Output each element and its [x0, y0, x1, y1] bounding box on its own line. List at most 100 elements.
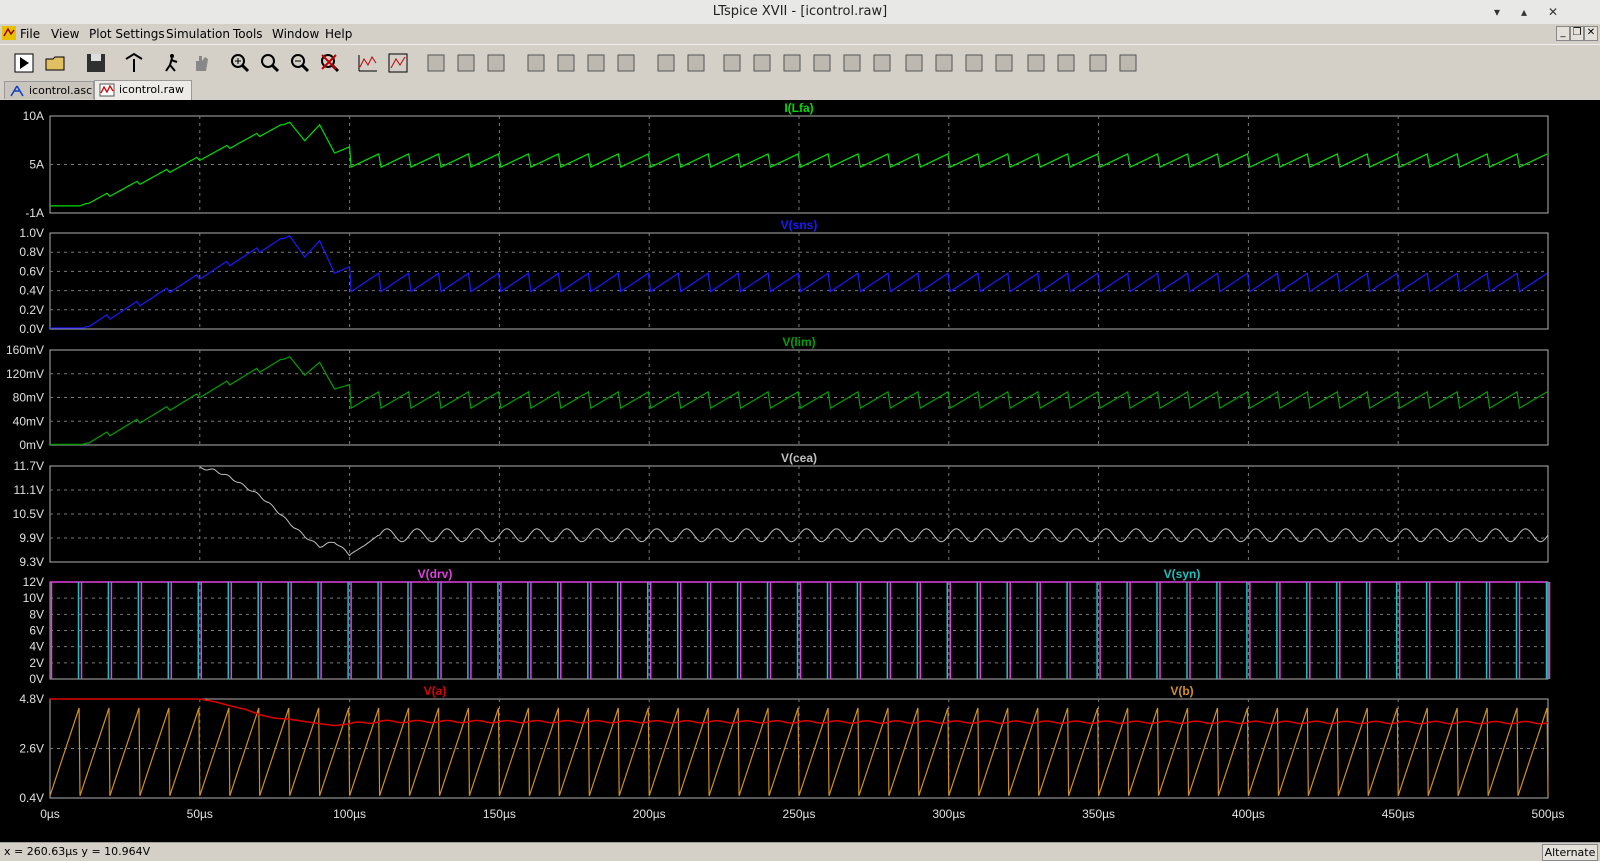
tab-waveform[interactable]: icontrol.raw	[94, 80, 192, 100]
text-button[interactable]	[1086, 51, 1110, 75]
mdi-minimize-button[interactable]: _	[1556, 26, 1570, 41]
y-tick-label: 5A	[29, 158, 44, 172]
capacitor-button[interactable]	[840, 51, 864, 75]
menu-help[interactable]: Help	[325, 27, 352, 41]
tile-horizontal-button[interactable]	[424, 51, 448, 75]
cut-icon	[527, 54, 545, 72]
zoom-in-icon	[231, 54, 250, 73]
resistor-icon	[813, 54, 831, 72]
y-tick-label: 0.2V	[19, 303, 44, 317]
halt-button[interactable]	[160, 51, 184, 75]
trace-label: V(drv)	[418, 567, 453, 581]
wire-button[interactable]	[720, 51, 744, 75]
y-tick-label: 8V	[29, 607, 44, 621]
diode-button[interactable]	[902, 51, 926, 75]
halt-icon	[165, 54, 178, 72]
y-tick-label: 9.3V	[19, 555, 44, 569]
inductor-button[interactable]	[870, 51, 894, 75]
undo-button[interactable]	[1024, 51, 1048, 75]
save-button[interactable]	[84, 51, 108, 75]
cascade-icon	[457, 54, 475, 72]
spice-directive-button[interactable]	[1116, 51, 1140, 75]
tile-horizontal-icon	[427, 54, 445, 72]
zoom-area-button[interactable]	[258, 51, 282, 75]
restore-button[interactable]: ▴	[1515, 3, 1533, 21]
paste-button[interactable]	[584, 51, 608, 75]
document-tabs: icontrol.asc icontrol.raw	[0, 80, 1600, 100]
y-tick-label: 11.1V	[14, 483, 44, 497]
control-panel-button[interactable]	[122, 51, 146, 75]
mirror-button[interactable]	[992, 51, 1016, 75]
rotate-button[interactable]	[962, 51, 986, 75]
print-preview-button[interactable]	[684, 51, 708, 75]
zoom-in-button[interactable]	[228, 51, 252, 75]
waveform-viewer[interactable]: 10A 5A -1A I(Lfa) 1.0V 0.8V 0.6V 0.4V 0.2V 0.0V V(…	[0, 100, 1600, 842]
trace-label: V(syn)	[1164, 567, 1201, 581]
x-tick-label: 450µs	[1382, 807, 1415, 821]
trace-V(cea)	[199, 466, 1549, 557]
copy-button[interactable]	[554, 51, 578, 75]
cascade-button[interactable]	[454, 51, 478, 75]
fit-button[interactable]	[386, 51, 410, 75]
menu-bar: File View Plot Settings Simulation Tools…	[0, 24, 1600, 44]
zoom-area-icon	[261, 54, 280, 73]
waveform-icon	[99, 83, 115, 97]
y-tick-label: 120mV	[6, 367, 44, 381]
menu-simulation[interactable]: Simulation	[166, 27, 230, 41]
find-button[interactable]	[614, 51, 638, 75]
print-button[interactable]	[654, 51, 678, 75]
menu-plot-settings[interactable]: Plot Settings	[89, 27, 165, 41]
menu-file[interactable]: File	[20, 27, 40, 41]
open-button[interactable]	[44, 51, 68, 75]
trace-label: V(lim)	[782, 335, 815, 349]
paste-icon	[587, 54, 605, 72]
zoom-out-button[interactable]	[288, 51, 312, 75]
zoom-out-icon	[291, 54, 310, 73]
menu-view[interactable]: View	[51, 27, 79, 41]
ltspice-logo-icon	[2, 26, 16, 40]
y-tick-label: -1A	[25, 206, 44, 220]
redo-button[interactable]	[1054, 51, 1078, 75]
autorange-button[interactable]	[356, 51, 380, 75]
resistor-button[interactable]	[810, 51, 834, 75]
label-icon	[783, 54, 801, 72]
component-icon	[935, 54, 953, 72]
hand-button[interactable]	[190, 51, 214, 75]
ground-button[interactable]	[750, 51, 774, 75]
y-tick-label: 0.6V	[19, 264, 44, 278]
trace-label: V(sns)	[781, 218, 818, 232]
menu-tools[interactable]: Tools	[233, 27, 263, 41]
capacitor-icon	[843, 54, 861, 72]
y-tick-label: 2V	[29, 656, 44, 670]
y-tick-label: 6V	[29, 624, 44, 638]
window-title: LTspice XVII - [icontrol.raw]	[712, 4, 888, 19]
mode-indicator[interactable]: Alternate	[1542, 844, 1598, 861]
run-button[interactable]	[12, 51, 36, 75]
copy-icon	[557, 54, 575, 72]
label-button[interactable]	[780, 51, 804, 75]
minimize-button[interactable]: ▾	[1488, 3, 1506, 21]
y-tick-label: 160mV	[6, 343, 44, 357]
cut-button[interactable]	[524, 51, 548, 75]
mdi-close-button[interactable]: ✕	[1584, 26, 1598, 41]
trace-label: V(a)	[424, 684, 447, 698]
y-tick-label: 1.0V	[19, 226, 44, 240]
tile-vertical-button[interactable]	[484, 51, 508, 75]
zoom-cancel-icon	[321, 54, 340, 73]
run-icon	[14, 53, 34, 73]
close-button[interactable]: ✕	[1544, 3, 1562, 21]
y-tick-label: 10A	[23, 109, 44, 123]
inductor-icon	[873, 54, 891, 72]
tab-waveform-label: icontrol.raw	[119, 83, 184, 96]
menu-window[interactable]: Window	[272, 27, 319, 41]
save-icon	[87, 54, 105, 72]
zoom-cancel-button[interactable]	[318, 51, 342, 75]
x-tick-label: 400µs	[1232, 807, 1265, 821]
spice-directive-icon	[1119, 54, 1137, 72]
y-tick-label: 0.0V	[19, 322, 44, 336]
tab-schematic[interactable]: icontrol.asc	[4, 81, 94, 99]
x-tick-label: 0µs	[40, 807, 60, 821]
component-button[interactable]	[932, 51, 956, 75]
mdi-restore-button[interactable]: ❐	[1570, 26, 1584, 41]
waveform-plot[interactable]: 10A 5A -1A I(Lfa) 1.0V 0.8V 0.6V 0.4V 0.2V 0.0V V(…	[0, 100, 1600, 842]
